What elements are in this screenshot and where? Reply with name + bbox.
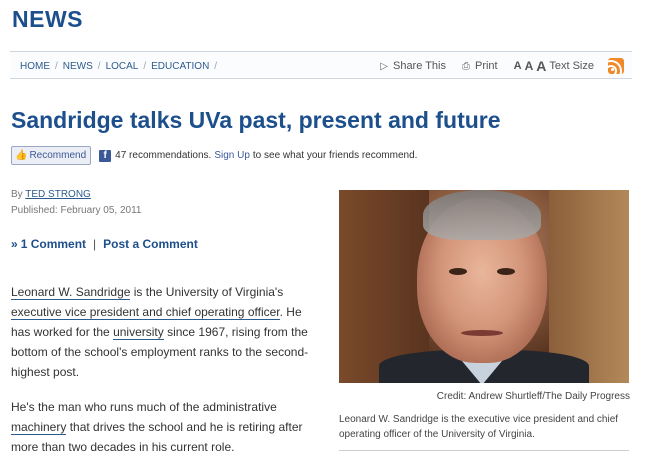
recommend-label: Recommend [29,150,87,161]
post-comment-link[interactable]: Post a Comment [103,237,198,251]
comment-count-link[interactable]: 1 Comment [21,237,86,251]
print-label: Print [474,60,498,72]
breadcrumb-separator: / [143,61,147,72]
breadcrumb-education[interactable]: EDUCATION [151,61,209,72]
text-size-small-button[interactable]: A [514,60,522,72]
breadcrumb-local[interactable]: LOCAL [106,61,139,72]
photo-caption: Leonard W. Sandridge is the executive vi… [339,414,619,440]
print-button[interactable]: ⎙ Print [462,60,498,72]
breadcrumb-separator: / [214,61,218,72]
comments-bar: » 1 Comment | Post a Comment [11,237,198,251]
photo-credit: Credit: Andrew Shurtleff/The Daily Progr… [436,391,630,402]
article-body: Leonard W. Sandridge is the University o… [11,282,321,463]
author-link[interactable]: TED STRONG [25,189,91,200]
breadcrumb-separator: / [97,61,101,72]
byline: By TED STRONG [11,189,91,200]
text-size-label: Text Size [549,60,594,72]
article-headline: Sandridge talks UVa past, present and fu… [11,107,501,133]
comments-separator: | [93,237,97,251]
recommendation-count: 47 recommendations. [115,150,212,161]
text-size-large-button[interactable]: A [536,58,546,74]
recommend-button[interactable]: 👍 Recommend [11,146,92,165]
breadcrumb-separator: / [55,61,58,72]
print-icon: ⎙ [461,60,470,72]
article-tools: ▷ Share This ⎙ Print A A A Text Size [364,57,624,75]
thumbs-up-icon: 👍 [15,150,28,161]
facebook-signup-link[interactable]: Sign Up [214,150,250,161]
machinery-topic-link[interactable]: machinery [11,420,67,435]
article-toolbar: HOME / NEWS / LOCAL / EDUCATION / ▷ Share This … [10,51,632,79]
double-chevron-icon: » [11,237,18,251]
article-paragraph: He's the man who runs much of the admini… [11,397,321,457]
paragraph-text: is the University of Virginia's [130,285,284,299]
paragraph-text: He's the man who runs much of the admini… [11,400,277,414]
section-title: NEWS [12,6,83,32]
facebook-icon: f [99,149,112,162]
text-size-control: A A A Text Size [514,58,594,74]
article-paragraph: Leonard W. Sandridge is the University o… [11,282,321,382]
byline-prefix: By [11,189,23,200]
text-size-medium-button[interactable]: A [525,59,534,73]
breadcrumb-home[interactable]: HOME [20,61,50,72]
share-label: Share This [392,60,446,72]
facebook-recommend-bar: 👍 Recommend f 47 recommendations. Sign U… [11,146,417,165]
sandridge-topic-link[interactable]: Leonard W. Sandridge [11,285,131,300]
signup-suffix: to see what your friends recommend. [252,150,418,161]
share-icon: ▷ [380,60,388,72]
share-button[interactable]: ▷ Share This [380,60,446,72]
caption-divider [339,450,629,451]
publish-date: Published: February 05, 2011 [11,205,142,216]
university-topic-link[interactable]: university [113,325,164,340]
breadcrumb-news[interactable]: NEWS [63,61,93,72]
breadcrumb: HOME / NEWS / LOCAL / EDUCATION / [20,61,222,72]
rss-icon[interactable] [608,58,624,74]
article-photo[interactable] [339,190,629,383]
evp-coo-topic-link[interactable]: executive vice president and chief opera… [11,305,280,320]
